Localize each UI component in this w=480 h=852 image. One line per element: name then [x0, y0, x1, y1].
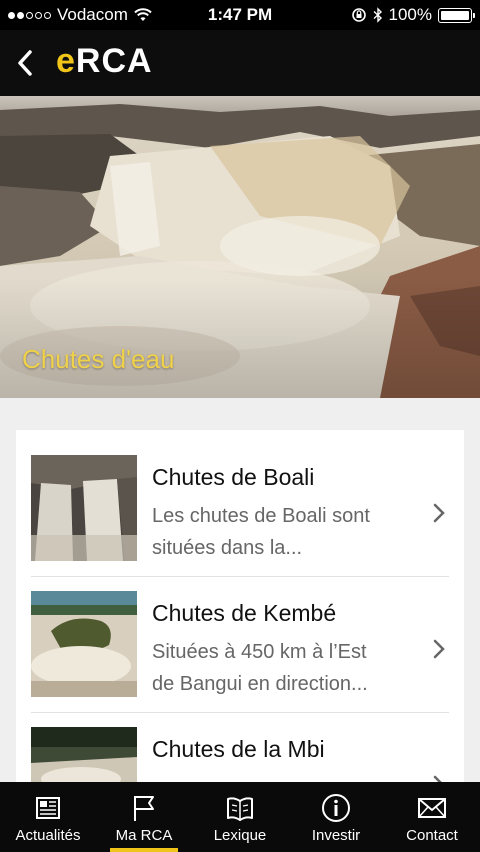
- tab-bar: Actualités Ma RCA Lexique Investir Conta…: [0, 782, 480, 852]
- tab-label: Lexique: [213, 827, 267, 844]
- tab-investir[interactable]: Investir: [288, 782, 384, 852]
- list-item-chutes-de-boali[interactable]: Chutes de Boali Les chutes de Boali sont…: [16, 430, 464, 566]
- list-item-chutes-de-la-mbi[interactable]: Chutes de la Mbi: [16, 702, 464, 790]
- item-description-line: situées dans la...: [152, 537, 303, 559]
- hero-banner: Chutes d'eau: [0, 96, 480, 398]
- list-item-chutes-de-kembe[interactable]: Chutes de Kembé Situées à 450 km à l’Est…: [16, 566, 464, 702]
- app-title: eRCA: [56, 42, 153, 81]
- orientation-lock-icon: [351, 8, 366, 22]
- item-title: Chutes de Kembé: [152, 600, 337, 626]
- book-icon: [227, 797, 253, 821]
- nav-bar: eRCA: [0, 30, 480, 96]
- item-description-line: Situées à 450 km à l’Est: [152, 641, 367, 663]
- tab-actualites[interactable]: Actualités: [0, 782, 96, 852]
- item-title: Chutes de Boali: [152, 464, 315, 490]
- back-button[interactable]: [8, 46, 42, 80]
- app-title-rest: RCA: [75, 42, 153, 80]
- chevron-right-icon: [433, 639, 445, 659]
- tab-label: Investir: [311, 827, 361, 844]
- flag-icon: [134, 796, 154, 821]
- item-title: Chutes de la Mbi: [152, 736, 325, 762]
- hero-title: Chutes d'eau: [22, 344, 175, 374]
- tab-lexique[interactable]: Lexique: [192, 782, 288, 852]
- waterfalls-list: Chutes de Boali Les chutes de Boali sont…: [16, 430, 464, 790]
- newspaper-icon: [36, 797, 60, 819]
- tab-label: Actualités: [15, 827, 81, 844]
- item-description: Les chutes de Boali sont situées dans la…: [152, 500, 412, 564]
- thumbnail-image: [31, 455, 137, 561]
- item-description-line: Les chutes de Boali sont: [152, 505, 370, 527]
- battery-icon: [438, 7, 475, 23]
- chevron-right-icon: [433, 503, 445, 523]
- status-bar: Vodacom 1:47 PM 100%: [0, 0, 480, 30]
- envelope-icon: [418, 798, 446, 818]
- thumbnail-image: [31, 727, 137, 790]
- tab-contact[interactable]: Contact: [384, 782, 480, 852]
- info-icon: [322, 794, 350, 822]
- item-description: Situées à 450 km à l’Est de Bangui en di…: [152, 636, 412, 700]
- thumbnail-image: [31, 591, 137, 697]
- app-title-accent: e: [56, 42, 76, 80]
- tab-label: Ma RCA: [115, 827, 173, 844]
- chevron-left-icon: [18, 50, 32, 76]
- battery-percent: 100%: [388, 5, 432, 24]
- status-right: 100%: [351, 5, 475, 25]
- item-description-line: de Bangui en direction...: [152, 673, 368, 695]
- tab-ma-rca[interactable]: Ma RCA: [96, 782, 192, 852]
- bluetooth-icon: [373, 7, 382, 23]
- tab-label: Contact: [406, 827, 458, 844]
